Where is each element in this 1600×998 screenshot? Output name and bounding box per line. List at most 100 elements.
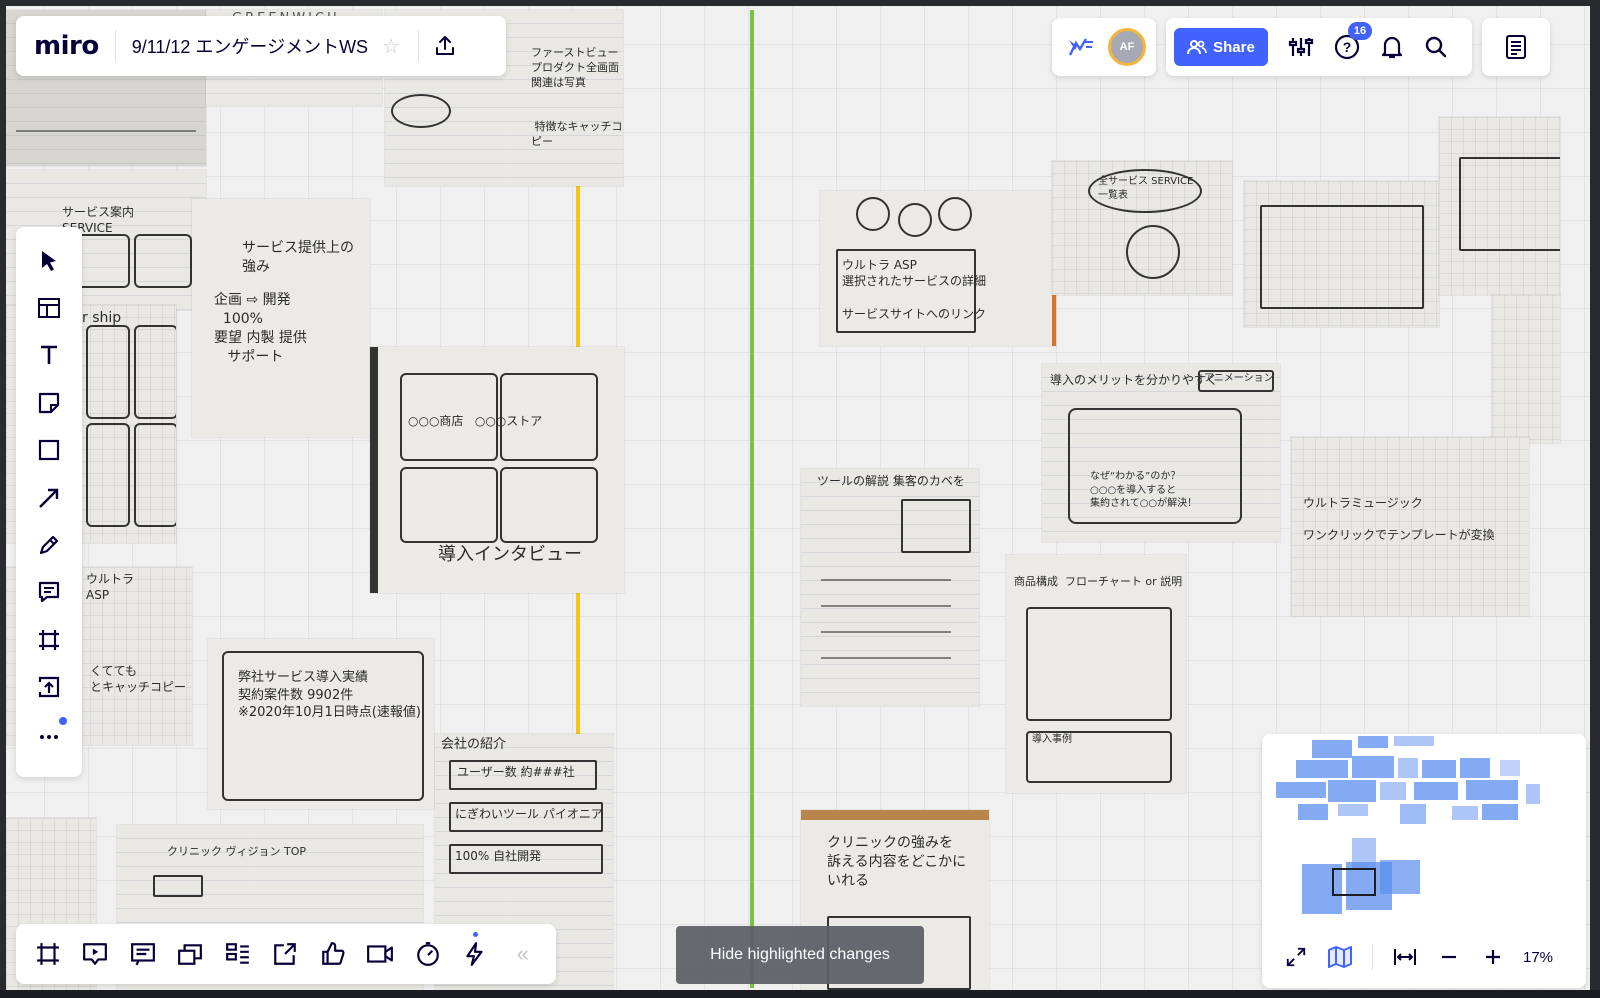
sketch-card[interactable]: ウルトラ ASP 選択されたサービスの詳細 サービスサイトへのリンク bbox=[820, 191, 1056, 346]
sketch-text: 弊社サービス導入実績 契約案件数 9902件 ※2020年10月1日時点(速報値… bbox=[238, 670, 421, 721]
comment-icon bbox=[38, 582, 60, 603]
star-icon[interactable]: ☆ bbox=[382, 34, 400, 59]
sketch-card[interactable] bbox=[1439, 117, 1560, 295]
user-avatar[interactable]: AF bbox=[1108, 28, 1146, 66]
sketch-card[interactable]: サービス提供上の 強み 企画 ⇨ 開発 100% 要望 内製 提供 サポート bbox=[192, 199, 370, 437]
frames-button[interactable] bbox=[24, 930, 72, 978]
text-tool[interactable] bbox=[25, 332, 73, 379]
sketch-text: ○○○商店 ○○○ストア bbox=[408, 414, 543, 428]
plus-icon bbox=[1486, 950, 1500, 964]
minimap[interactable] bbox=[1262, 734, 1586, 924]
sketch-card[interactable] bbox=[1244, 181, 1439, 327]
miro-logo[interactable]: miro bbox=[34, 31, 99, 61]
zoom-level[interactable]: 17% bbox=[1523, 949, 1553, 966]
comment-tool[interactable] bbox=[25, 569, 73, 616]
video-icon bbox=[367, 945, 394, 963]
sticky-note-tool[interactable] bbox=[25, 379, 73, 426]
sketch-card[interactable]: 商品構成 フローチャート or 説明 導入事例 bbox=[1006, 555, 1186, 793]
cursor-icon bbox=[42, 250, 56, 271]
sketch-card[interactable] bbox=[1492, 295, 1560, 443]
sketch-text: ファーストビュー プロダクト全画面 関連は写真 特徴なキャッチコピー bbox=[531, 46, 623, 149]
select-tool[interactable] bbox=[25, 237, 73, 284]
search-icon[interactable] bbox=[1424, 35, 1448, 59]
sketch-text: 企画 ⇨ 開発 100% 要望 内製 提供 サポート bbox=[214, 292, 307, 365]
sketch-card[interactable]: ツールの解説 集客のカベを bbox=[801, 469, 979, 706]
frame-tool[interactable] bbox=[25, 616, 73, 663]
bell-icon[interactable] bbox=[1380, 34, 1404, 60]
sketch-text: 導入のメリットを分かりやすく bbox=[1050, 373, 1219, 387]
sketch-text: クリニック ヴィジョン TOP bbox=[167, 845, 307, 858]
presentation-button[interactable] bbox=[72, 930, 120, 978]
sketch-text: 100% 自社開発 bbox=[455, 849, 542, 863]
templates-tool[interactable] bbox=[25, 284, 73, 331]
hide-highlighted-changes-button[interactable]: Hide highlighted changes bbox=[676, 926, 924, 984]
sketch-text: 商品構成 フローチャート or 説明 bbox=[1014, 575, 1183, 588]
settings-sliders-icon[interactable] bbox=[1288, 35, 1314, 59]
frame-icon bbox=[36, 943, 59, 965]
minimap-toggle-button[interactable] bbox=[1318, 937, 1362, 977]
sketch-text: 導入インタビュー bbox=[438, 544, 582, 565]
timer-button[interactable] bbox=[404, 930, 452, 978]
sketch-card[interactable]: 全サービス SERVICE 一覧表 bbox=[1052, 161, 1232, 295]
timer-icon bbox=[416, 942, 439, 966]
square-icon bbox=[38, 440, 60, 461]
comments-button[interactable] bbox=[119, 930, 167, 978]
comments-icon bbox=[130, 943, 155, 966]
sketch-text: なぜ“わかる”のか？ ○○○を導入すると 集約されて○○が解決！ bbox=[1090, 471, 1198, 509]
share-button[interactable]: Share bbox=[1174, 28, 1268, 66]
fullscreen-button[interactable] bbox=[1274, 937, 1318, 977]
zoom-in-button[interactable] bbox=[1471, 937, 1515, 977]
sketch-card[interactable]: 導入のメリットを分かりやすく アニメーション なぜ“わかる”のか？ ○○○を導入… bbox=[1042, 364, 1280, 542]
map-icon bbox=[1328, 946, 1352, 968]
more-tools[interactable] bbox=[25, 711, 73, 758]
export-icon[interactable] bbox=[433, 34, 457, 58]
minimap-viewport[interactable] bbox=[1332, 868, 1376, 896]
cards-icon bbox=[178, 944, 203, 965]
sketch-text: クリニックの強みを 訴える内容をどこかに いれる bbox=[827, 835, 967, 889]
thumbs-up-icon bbox=[321, 942, 345, 965]
connection-line-tool[interactable] bbox=[25, 474, 73, 521]
zoom-out-button[interactable] bbox=[1427, 937, 1471, 977]
upload-tool[interactable] bbox=[25, 664, 73, 711]
share-screen-button[interactable] bbox=[262, 930, 310, 978]
sketch-text: 会社の紹介 bbox=[441, 737, 507, 752]
presentation-icon bbox=[83, 943, 108, 965]
collaboration-toolbar: « bbox=[16, 924, 556, 984]
sketch-text: アニメーション bbox=[1204, 373, 1274, 384]
pen-tool[interactable] bbox=[25, 521, 73, 568]
sketch-card[interactable]: ウルトラミュージック ワンクリックでテンプレートが変換 bbox=[1291, 437, 1529, 616]
collaborators-panel: AF bbox=[1052, 18, 1156, 76]
zoom-controls: 17% bbox=[1262, 928, 1586, 986]
sketch-text: ウルトラミュージック ワンクリックでテンプレートが変換 bbox=[1303, 496, 1495, 543]
top-toolbar: Share ? 16 bbox=[1166, 18, 1472, 76]
fit-width-icon bbox=[1394, 949, 1416, 965]
sketch-text: にぎわいツール パイオニア bbox=[455, 807, 603, 821]
sketch-card[interactable]: ○○○商店 ○○○ストア 導入インタビュー bbox=[370, 347, 624, 593]
cards-button[interactable] bbox=[167, 930, 215, 978]
kanban-icon bbox=[225, 943, 249, 964]
reactions-filter-icon[interactable] bbox=[1066, 35, 1096, 59]
sketch-card[interactable]: 弊社サービス導入実績 契約案件数 9902件 ※2020年10月1日時点(速報値… bbox=[208, 639, 434, 809]
external-link-icon bbox=[274, 943, 297, 965]
sketch-text: 全サービス SERVICE 一覧表 bbox=[1098, 176, 1194, 201]
notes-panel bbox=[1482, 18, 1550, 76]
help-icon[interactable]: ? 16 bbox=[1334, 22, 1372, 60]
sticky-note-icon bbox=[38, 392, 60, 413]
new-indicator-dot bbox=[472, 932, 478, 937]
board-title[interactable]: 9/11/12 エンゲージメントWS bbox=[132, 33, 368, 59]
notes-icon[interactable] bbox=[1504, 34, 1528, 60]
kanban-button[interactable] bbox=[214, 930, 262, 978]
sketch-text: 導入事例 bbox=[1032, 734, 1072, 745]
apps-button[interactable] bbox=[452, 930, 500, 978]
creation-toolbar bbox=[16, 227, 82, 777]
voting-button[interactable] bbox=[309, 930, 357, 978]
video-chat-button[interactable] bbox=[357, 930, 405, 978]
lightning-icon bbox=[466, 942, 483, 966]
collapse-toolbar-button[interactable]: « bbox=[499, 930, 547, 978]
divider bbox=[418, 30, 419, 62]
templates-icon bbox=[38, 298, 60, 319]
shape-tool[interactable] bbox=[25, 427, 73, 474]
new-indicator-dot bbox=[59, 716, 67, 725]
fit-to-screen-button[interactable] bbox=[1383, 937, 1427, 977]
expand-icon bbox=[1286, 947, 1306, 967]
